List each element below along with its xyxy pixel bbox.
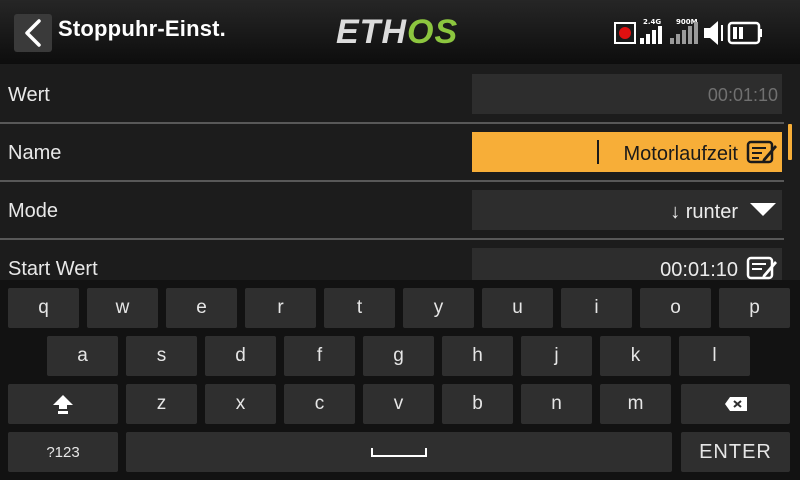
key-p[interactable]: p xyxy=(719,288,790,328)
key-d[interactable]: d xyxy=(205,336,276,376)
triangle-down-icon xyxy=(750,203,776,216)
timer-settings-list: Wert 00:01:10 Name Motorlaufzeit Mode ↓ … xyxy=(0,66,800,280)
enter-key[interactable]: ENTER xyxy=(681,432,790,472)
on-screen-keyboard: q w e r t y u i o p a s d f g h j k l z … xyxy=(0,280,800,480)
setting-row-start-value: Start Wert 00:01:10 xyxy=(0,240,784,280)
setting-label-mode: Mode xyxy=(8,200,59,222)
symbols-key[interactable]: ?123 xyxy=(8,432,118,472)
key-k[interactable]: k xyxy=(600,336,671,376)
text-cursor xyxy=(597,140,599,164)
start-value-text: 00:01:10 xyxy=(660,259,738,280)
edit-note-icon xyxy=(746,140,777,164)
key-q[interactable]: q xyxy=(8,288,79,328)
key-i[interactable]: i xyxy=(561,288,632,328)
key-o[interactable]: o xyxy=(640,288,711,328)
edit-note-icon xyxy=(746,256,777,280)
timer-value-display: 00:01:10 xyxy=(472,74,782,114)
backspace-key[interactable] xyxy=(681,384,790,424)
chevron-left-icon xyxy=(25,19,41,47)
key-v[interactable]: v xyxy=(363,384,434,424)
mode-selected-value: ↓ runter xyxy=(670,201,738,223)
list-scrollbar[interactable] xyxy=(788,124,792,160)
rssi-24-label: 2.4G xyxy=(643,18,661,26)
key-z[interactable]: z xyxy=(126,384,197,424)
key-u[interactable]: u xyxy=(482,288,553,328)
mode-dropdown[interactable]: ↓ runter xyxy=(472,190,782,230)
status-icons-svg: 2.4G 900M xyxy=(614,18,762,45)
setting-row-mode: Mode ↓ runter xyxy=(0,182,784,240)
shift-icon xyxy=(53,395,73,414)
setting-label-value: Wert xyxy=(8,84,50,106)
key-l[interactable]: l xyxy=(679,336,750,376)
shift-key[interactable] xyxy=(8,384,118,424)
key-r[interactable]: r xyxy=(245,288,316,328)
backspace-icon xyxy=(724,397,747,411)
key-y[interactable]: y xyxy=(403,288,474,328)
key-c[interactable]: c xyxy=(284,384,355,424)
timer-name-input[interactable]: Motorlaufzeit xyxy=(472,132,782,172)
speaker-icon xyxy=(704,21,723,45)
key-a[interactable]: a xyxy=(47,336,118,376)
key-x[interactable]: x xyxy=(205,384,276,424)
battery-icon xyxy=(727,21,762,45)
key-j[interactable]: j xyxy=(521,336,592,376)
key-s[interactable]: s xyxy=(126,336,197,376)
signal-900-icon: 900M xyxy=(670,18,698,44)
setting-row-value: Wert 00:01:10 xyxy=(0,66,784,124)
space-icon xyxy=(371,448,427,457)
status-icons: 2.4G 900M xyxy=(612,16,790,48)
key-m[interactable]: m xyxy=(600,384,671,424)
key-b[interactable]: b xyxy=(442,384,513,424)
back-button[interactable] xyxy=(14,14,52,52)
timer-value-text: 00:01:10 xyxy=(707,85,778,105)
key-h[interactable]: h xyxy=(442,336,513,376)
space-key[interactable] xyxy=(126,432,672,472)
page-title: Stoppuhr-Einst. xyxy=(58,16,226,41)
key-e[interactable]: e xyxy=(166,288,237,328)
key-n[interactable]: n xyxy=(521,384,592,424)
signal-24-icon: 2.4G xyxy=(640,18,662,44)
key-w[interactable]: w xyxy=(87,288,158,328)
key-g[interactable]: g xyxy=(363,336,434,376)
logo-part-os: OS xyxy=(407,13,459,51)
setting-label-name: Name xyxy=(8,142,62,164)
ethos-logo: ETHOS xyxy=(336,13,458,51)
key-t[interactable]: t xyxy=(324,288,395,328)
record-icon xyxy=(614,22,636,44)
setting-label-start-value: Start Wert xyxy=(8,258,98,280)
setting-row-name: Name Motorlaufzeit xyxy=(0,124,784,182)
start-value-input[interactable]: 00:01:10 xyxy=(472,248,782,280)
timer-name-text: Motorlaufzeit xyxy=(623,143,739,165)
key-f[interactable]: f xyxy=(284,336,355,376)
logo-part-eth: ETH xyxy=(336,13,407,51)
top-bar: Stoppuhr-Einst. ETHOS 2.4G 900M xyxy=(0,0,800,64)
